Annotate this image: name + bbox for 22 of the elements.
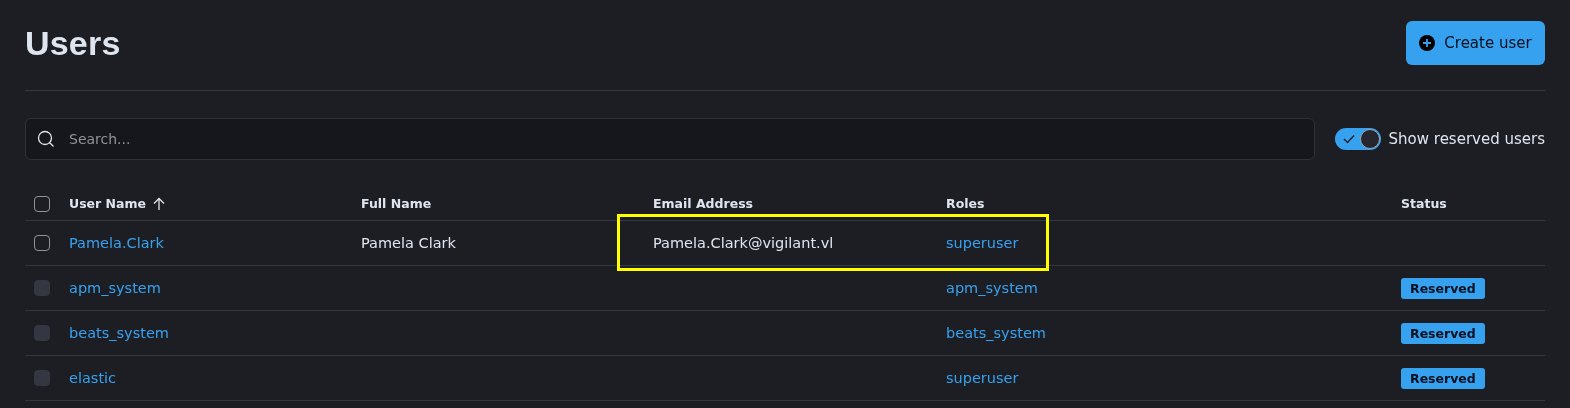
table-cell: Pamela.Clark@vigilant.vl (653, 235, 834, 251)
search-field[interactable]: Search... (25, 118, 1315, 160)
column-header[interactable]: Full Name (361, 196, 432, 211)
user-name-link[interactable]: Pamela.Clark (69, 235, 164, 251)
row-checkbox[interactable] (34, 235, 50, 251)
column-header[interactable]: Status (1401, 196, 1447, 211)
create-user-button[interactable]: Create user (1406, 21, 1545, 65)
toggle-label: Show reserved users (1388, 130, 1545, 148)
page-title: Users (25, 23, 121, 63)
role-link[interactable]: superuser (946, 235, 1019, 251)
column-header[interactable]: Roles (946, 196, 985, 211)
check-icon (1342, 134, 1355, 144)
toggle-switch[interactable] (1334, 128, 1381, 150)
plus-circle-icon (1419, 35, 1436, 51)
table-cell: Pamela Clark (361, 235, 456, 251)
select-all-checkbox[interactable] (34, 195, 50, 212)
status-badge: Reserved (1401, 367, 1485, 389)
status-badge: Reserved (1401, 322, 1485, 344)
column-header[interactable]: Email Address (653, 196, 753, 211)
column-header[interactable]: User Name (69, 196, 165, 211)
sort-arrow-icon (153, 196, 165, 211)
status-badge: Reserved (1401, 277, 1485, 299)
